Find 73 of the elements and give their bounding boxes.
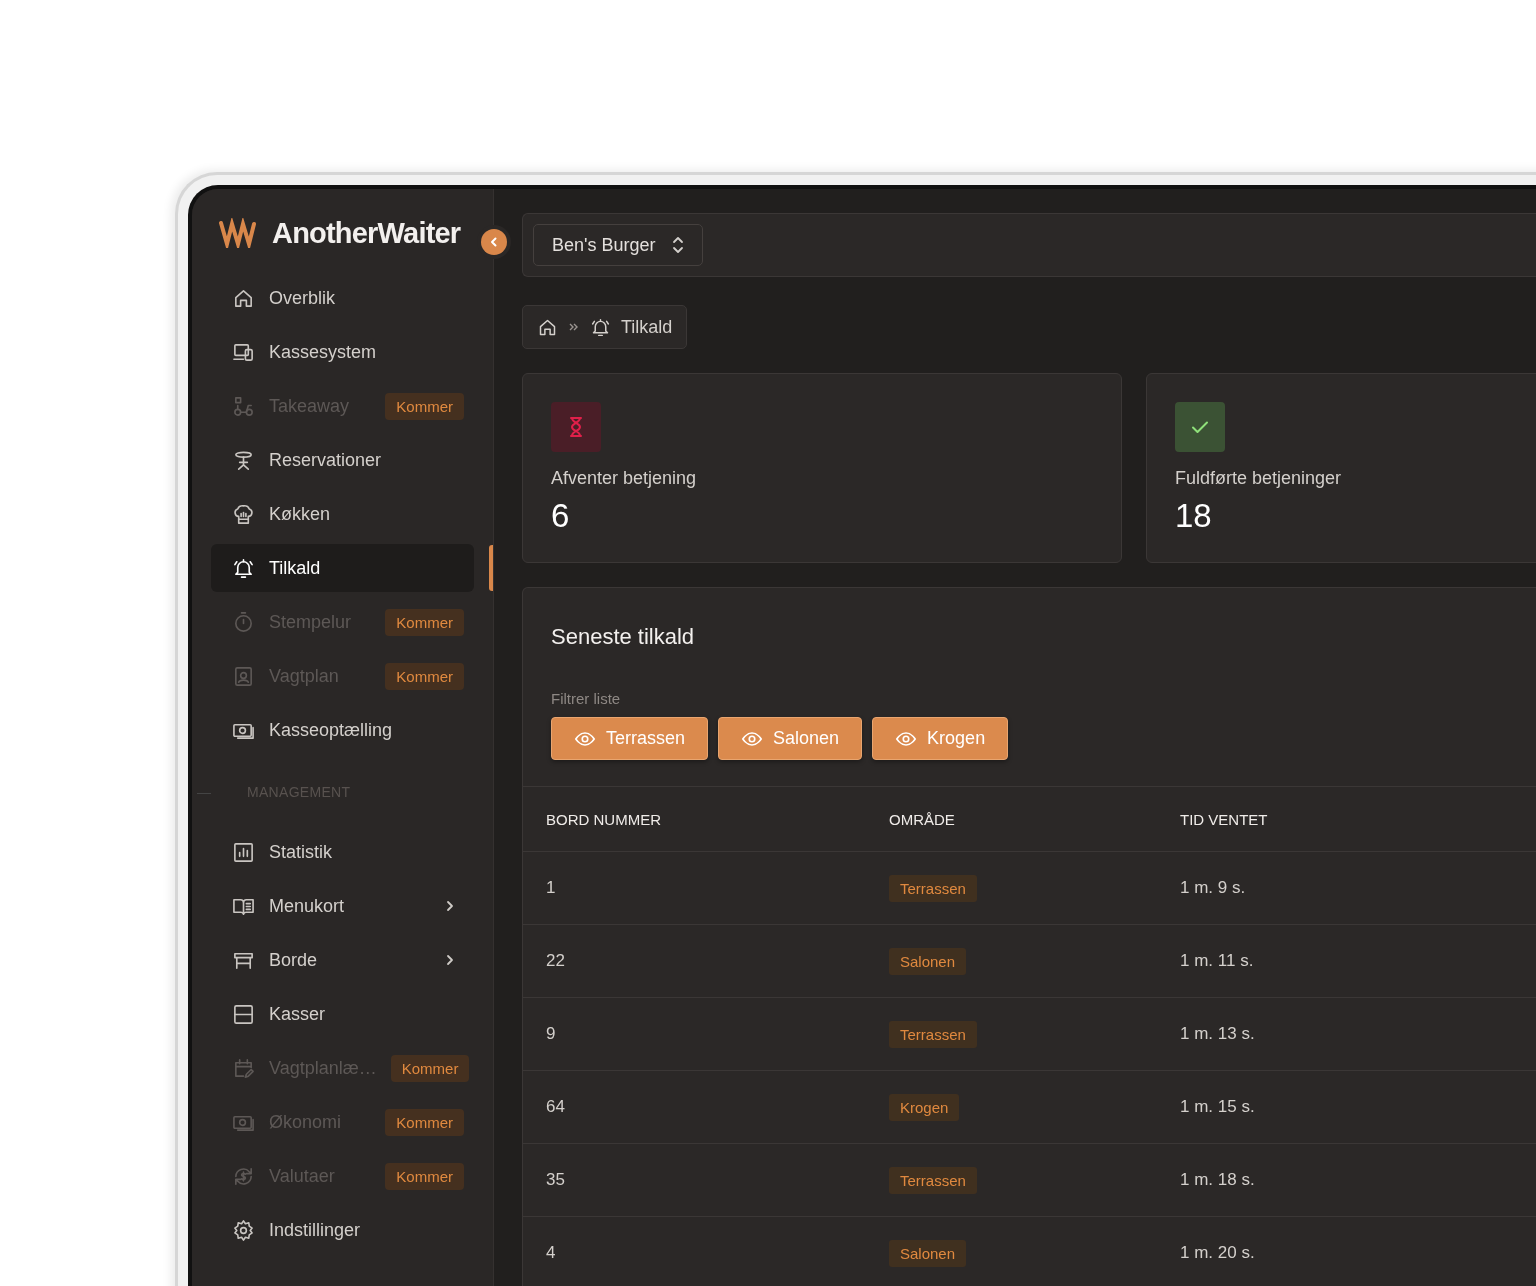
stat-value: 18 (1175, 497, 1213, 535)
sidebar-item-label: Borde (269, 949, 319, 971)
wait-time-cell: 1 m. 9 s. (1157, 851, 1536, 925)
sidebar-item[interactable]: Statistik (211, 828, 474, 876)
sidebar-item[interactable]: Køkken (211, 490, 474, 538)
sidebar-item[interactable]: Kasser (211, 990, 474, 1038)
scooter-icon (232, 394, 255, 418)
stat-value: 6 (551, 497, 571, 535)
wait-time-cell: 1 m. 15 s. (1157, 1070, 1536, 1144)
coming-soon-badge: Kommer (385, 662, 464, 690)
area-tag: Terrassen (889, 1166, 977, 1194)
sidebar-item[interactable]: Kasseoptælling (211, 706, 474, 754)
collapse-sidebar-button[interactable] (481, 229, 507, 255)
sidebar-item-label: Overblik (269, 287, 336, 309)
coming-soon-badge: Kommer (390, 1054, 470, 1082)
chef-hat-icon (232, 502, 255, 526)
area-tag: Krogen (889, 1093, 960, 1121)
settings-icon (232, 1218, 255, 1242)
stat-label: Afventer betjening (551, 468, 698, 489)
coming-soon-badge: Kommer (385, 608, 464, 636)
table-number-cell: 9 (523, 997, 866, 1071)
panel-title: Seneste tilkald (551, 624, 696, 650)
table-number-cell: 4 (523, 1216, 866, 1286)
area-tag: Salonen (889, 947, 967, 975)
table-number-cell: 35 (523, 1143, 866, 1217)
up-down-caret-icon (671, 236, 684, 254)
column-header: BORD NUMMER (523, 786, 866, 852)
sidebar-item-label: Reservationer (269, 449, 383, 471)
chevron-left-icon (488, 236, 500, 248)
sidebar-item-label: Køkken (269, 503, 332, 525)
wait-time-cell: 1 m. 13 s. (1157, 997, 1536, 1071)
wait-time-cell: 1 m. 11 s. (1157, 924, 1536, 998)
coming-soon-badge: Kommer (385, 1108, 464, 1136)
bar-chart-icon (232, 840, 255, 864)
wait-time-cell: 1 m. 20 s. (1157, 1216, 1536, 1286)
table-number-cell: 64 (523, 1070, 866, 1144)
sidebar-item-label: Kasseoptælling (269, 719, 394, 741)
table-number-cell: 1 (523, 851, 866, 925)
stat-label: Fuldførte betjeninger (1175, 468, 1343, 489)
sidebar-item[interactable]: Kassesystem (211, 328, 474, 376)
area-tag: Salonen (889, 1239, 967, 1267)
sidebar-item[interactable]: Menukort (211, 882, 474, 930)
sidebar-item-label: Kassesystem (269, 341, 378, 363)
active-indicator (489, 545, 493, 591)
sidebar-item-label: Tilkald (269, 557, 322, 579)
drawer-icon (232, 1002, 255, 1026)
sidebar-item-label: Statistik (269, 841, 334, 863)
bell-icon (590, 316, 611, 338)
wait-time-cell: 1 m. 18 s. (1157, 1143, 1536, 1217)
stopwatch-icon (232, 610, 255, 634)
coming-soon-badge: Kommer (385, 392, 464, 420)
sidebar-item[interactable]: Reservationer (211, 436, 474, 484)
column-header: OMRÅDE (866, 786, 1157, 852)
sidebar-item[interactable]: Tilkald (211, 544, 474, 592)
calendar-icon (232, 1056, 255, 1080)
sidebar-item-label: Menukort (269, 895, 346, 917)
breadcrumb-current: Tilkald (621, 316, 673, 338)
double-chevron-icon (568, 321, 580, 333)
sidebar-item[interactable]: Overblik (211, 274, 474, 322)
sidebar-item[interactable]: Indstillinger (211, 1206, 474, 1254)
area-tag: Terrassen (889, 1020, 977, 1048)
restaurant-select[interactable]: Ben's Burger (533, 224, 703, 266)
sidebar-item-label: Kasser (269, 1003, 327, 1025)
area-tag: Terrassen (889, 874, 977, 902)
app-logo-text: AnotherWaiter (272, 216, 461, 250)
sidebar-item-label: Indstillinger (269, 1219, 362, 1241)
id-card-icon (232, 664, 255, 688)
filter-label: Filtrer liste (551, 690, 622, 707)
sidebar-item[interactable]: Borde (211, 936, 474, 984)
coming-soon-badge: Kommer (385, 1162, 464, 1190)
column-header: TID VENTET (1157, 786, 1536, 852)
table-number-cell: 22 (523, 924, 866, 998)
bell-icon (232, 556, 255, 580)
